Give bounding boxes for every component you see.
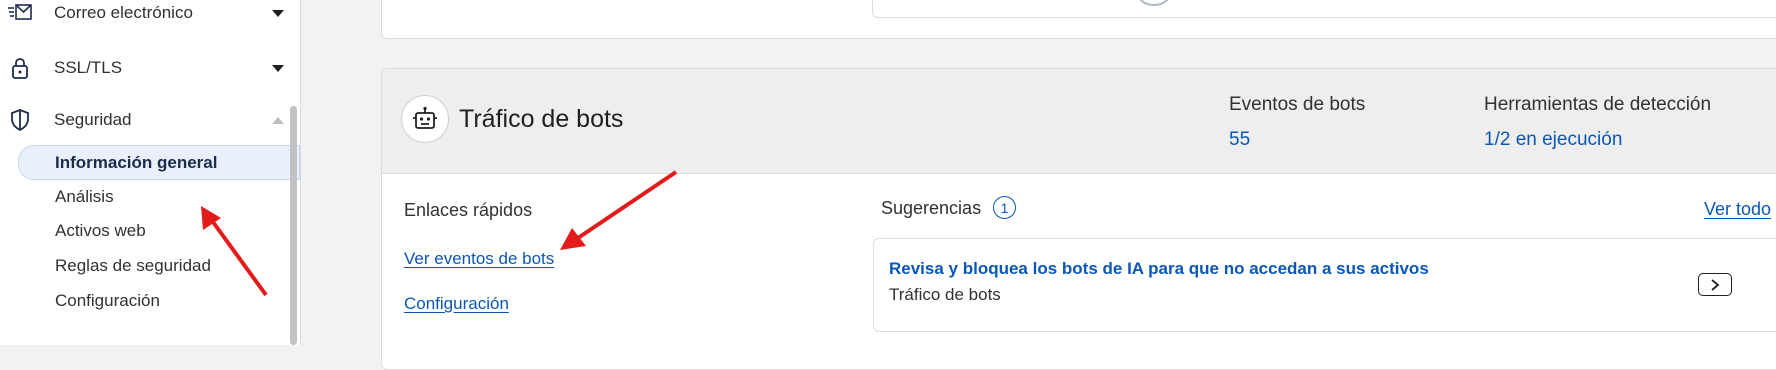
previous-card-inner (872, 0, 1776, 18)
bot-events-value[interactable]: 55 (1229, 129, 1250, 151)
settings-link[interactable]: Configuración (404, 294, 509, 314)
detection-tools-label: Herramientas de detección (1484, 94, 1712, 115)
bot-traffic-card: Tráfico de bots Eventos de bots 55 Herra… (381, 68, 1776, 370)
sidebar-item-ssl-tls[interactable]: SSL/TLS (0, 48, 300, 88)
bot-traffic-header: Tráfico de bots Eventos de bots 55 Herra… (382, 69, 1776, 174)
sidebar-subitem-label: Información general (55, 152, 218, 172)
sidebar-item-label: Correo electrónico (54, 3, 193, 22)
suggestion-card[interactable]: Revisa y bloquea los bots de IA para que… (873, 238, 1776, 332)
sidebar-item-security[interactable]: Seguridad (0, 100, 300, 140)
sidebar-subitem-label: Reglas de seguridad (55, 255, 211, 275)
quick-links-label: Enlaces rápidos (404, 200, 533, 220)
lock-icon (8, 56, 32, 80)
sidebar: Correo electrónico SSL/TLS Seguridad Inf… (0, 0, 301, 345)
robot-icon (401, 95, 449, 143)
suggestion-subtitle: Tráfico de bots (889, 285, 1001, 304)
chevron-right-icon[interactable] (1698, 273, 1732, 296)
sidebar-subitem-label: Configuración (55, 290, 160, 310)
chevron-down-icon[interactable] (272, 9, 284, 17)
sidebar-item-label: Seguridad (54, 110, 132, 129)
mail-icon (8, 1, 32, 25)
suggestions-label: Sugerencias (881, 198, 982, 218)
suggestions-count-badge: 1 (993, 196, 1016, 219)
chevron-down-icon[interactable] (272, 64, 284, 72)
sidebar-subitem-web-assets[interactable]: Activos web (20, 214, 298, 247)
view-all-link[interactable]: Ver todo (1704, 199, 1771, 220)
view-bot-events-link[interactable]: Ver eventos de bots (404, 249, 554, 269)
chevron-up-icon[interactable] (272, 116, 284, 124)
sidebar-subitem-label: Activos web (55, 220, 146, 240)
shield-icon (8, 108, 32, 132)
bot-events-label: Eventos de bots (1229, 94, 1366, 115)
sidebar-item-email[interactable]: Correo electrónico (0, 0, 300, 33)
sidebar-item-label: SSL/TLS (54, 58, 123, 77)
sidebar-subitem-settings[interactable]: Configuración (20, 284, 298, 317)
bot-traffic-title: Tráfico de bots (459, 105, 624, 133)
sidebar-subitem-analytics[interactable]: Análisis (20, 180, 298, 213)
suggestion-title[interactable]: Revisa y bloquea los bots de IA para que… (889, 259, 1429, 279)
sidebar-subitem-security-rules[interactable]: Reglas de seguridad (20, 249, 298, 282)
sidebar-subitem-overview[interactable]: Información general (18, 145, 300, 180)
sidebar-scrollbar[interactable] (290, 106, 297, 345)
sidebar-subitem-label: Análisis (55, 186, 114, 206)
detection-tools-value[interactable]: 1/2 en ejecución (1484, 129, 1622, 151)
